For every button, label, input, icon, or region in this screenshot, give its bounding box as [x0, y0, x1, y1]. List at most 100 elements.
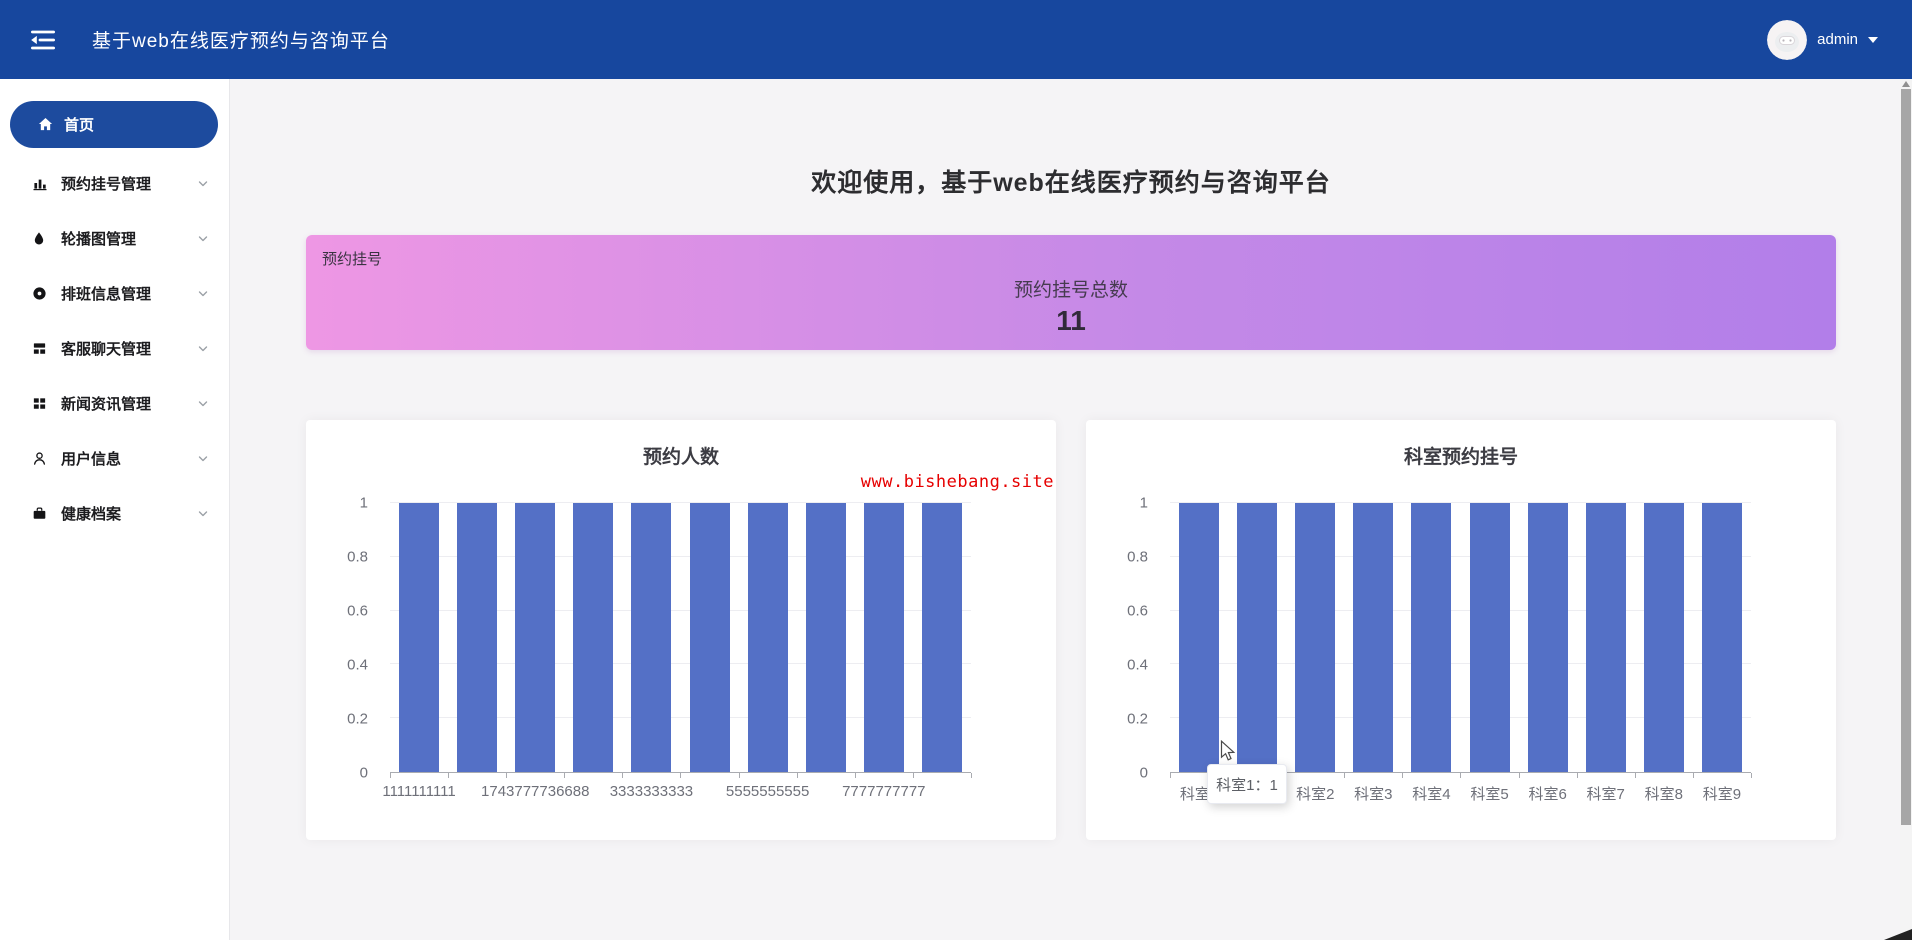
x-tick-label: 科室5	[1460, 783, 1518, 803]
bar[interactable]	[748, 503, 788, 772]
chevron-down-icon	[197, 453, 209, 465]
sidebar-item-schedule-mgmt[interactable]: 排班信息管理	[0, 266, 229, 321]
y-tick-label: 0.8	[347, 550, 368, 565]
summary-card-label: 预约挂号	[322, 248, 382, 269]
x-tick-label: 科室8	[1635, 783, 1693, 803]
bar[interactable]	[1179, 503, 1219, 772]
chart-title: 科室预约挂号	[1086, 442, 1836, 469]
sidebar-item-health-records[interactable]: 健康档案	[0, 486, 229, 541]
main-content: 欢迎使用，基于web在线医疗预约与咨询平台 预约挂号 预约挂号总数 11 预约人…	[230, 79, 1900, 940]
y-tick-label: 0.6	[347, 604, 368, 619]
bar-slot	[622, 503, 680, 772]
y-axis: 00.20.40.60.81	[1086, 503, 1160, 773]
scrollbar-thumb[interactable]	[1901, 89, 1911, 825]
x-tick-label: 科室6	[1519, 783, 1577, 803]
bar[interactable]	[631, 503, 671, 772]
y-tick-label: 0.4	[347, 658, 368, 673]
sidebar: 首页 预约挂号管理 轮播图管理 排班信息管理	[0, 79, 230, 940]
x-tick-label: 科室9	[1693, 783, 1751, 803]
bar[interactable]	[690, 503, 730, 772]
sidebar-item-user-info[interactable]: 用户信息	[0, 431, 229, 486]
chevron-down-icon	[1868, 37, 1878, 43]
y-axis: 00.20.40.60.81	[306, 503, 380, 773]
x-tick-label: 3333333333	[622, 783, 680, 803]
bar-slot	[797, 503, 855, 772]
x-tick-label: 科室3	[1344, 783, 1402, 803]
bar[interactable]	[806, 503, 846, 772]
bar[interactable]	[515, 503, 555, 772]
bar[interactable]	[1295, 503, 1335, 772]
plot-area	[1170, 503, 1751, 773]
y-tick-label: 0	[1140, 766, 1148, 781]
avatar[interactable]	[1767, 20, 1807, 60]
bar[interactable]	[1411, 503, 1451, 772]
bar[interactable]	[399, 503, 439, 772]
bar[interactable]	[864, 503, 904, 772]
x-tick-label: 1743777736688	[506, 783, 564, 803]
watermark-text: www.bishebang.site	[861, 472, 1054, 492]
sidebar-item-appointment-mgmt[interactable]: 预约挂号管理	[0, 156, 229, 211]
home-icon	[38, 117, 54, 133]
user-icon	[32, 451, 48, 467]
x-tick-label: 7777777777	[855, 783, 913, 803]
bar-series	[390, 503, 971, 772]
x-tick-label: 5555555555	[739, 783, 797, 803]
x-tick-label: 科室7	[1577, 783, 1635, 803]
bar-slot	[506, 503, 564, 772]
bar[interactable]	[1470, 503, 1510, 772]
sidebar-item-news-mgmt[interactable]: 新闻资讯管理	[0, 376, 229, 431]
sidebar-item-chat-mgmt[interactable]: 客服聊天管理	[0, 321, 229, 376]
vertical-scrollbar[interactable]	[1900, 79, 1912, 940]
bar-slot	[913, 503, 971, 772]
chart-title: 预约人数	[306, 442, 1056, 469]
bar[interactable]	[1237, 503, 1277, 772]
bar[interactable]	[457, 503, 497, 772]
page-title: 欢迎使用，基于web在线医疗预约与咨询平台	[306, 163, 1836, 199]
app-title: 基于web在线医疗预约与咨询平台	[92, 26, 390, 53]
bar[interactable]	[573, 503, 613, 772]
x-tick-label: 科室4	[1402, 783, 1460, 803]
sidebar-item-label: 预约挂号管理	[61, 173, 151, 194]
sidebar-item-label: 健康档案	[61, 503, 121, 524]
bar[interactable]	[1644, 503, 1684, 772]
bar-series	[1170, 503, 1751, 772]
appointment-summary-card: 预约挂号 预约挂号总数 11	[306, 235, 1836, 350]
y-tick-label: 1	[360, 496, 368, 511]
sidebar-item-label: 客服聊天管理	[61, 338, 151, 359]
bar[interactable]	[1353, 503, 1393, 772]
x-tick-label: 科室2	[1286, 783, 1344, 803]
bar-slot	[1693, 503, 1751, 772]
chevron-down-icon	[197, 178, 209, 190]
x-tick-label	[913, 783, 971, 803]
bar[interactable]	[922, 503, 962, 772]
sidebar-item-home[interactable]: 首页	[10, 101, 218, 148]
top-navbar: 基于web在线医疗预约与咨询平台 admin	[0, 0, 1912, 79]
bar[interactable]	[1528, 503, 1568, 772]
bar-slot	[390, 503, 448, 772]
sidebar-item-label: 新闻资讯管理	[61, 393, 151, 414]
mouse-cursor-icon	[1220, 740, 1238, 769]
sidebar-item-label: 轮播图管理	[61, 228, 136, 249]
username-label[interactable]: admin	[1817, 31, 1858, 48]
user-menu[interactable]: admin	[1767, 20, 1878, 60]
page-corner-decoration	[1884, 929, 1912, 940]
chevron-down-icon	[197, 233, 209, 245]
metric-label: 预约挂号总数	[306, 275, 1836, 302]
plot-area	[390, 503, 971, 773]
bar[interactable]	[1586, 503, 1626, 772]
bar-slot	[855, 503, 913, 772]
bar[interactable]	[1702, 503, 1742, 772]
y-tick-label: 0.8	[1127, 550, 1148, 565]
metric-value: 11	[306, 306, 1836, 337]
menu-toggle-icon[interactable]	[30, 30, 56, 50]
chevron-down-icon	[197, 508, 209, 520]
sidebar-item-carousel-mgmt[interactable]: 轮播图管理	[0, 211, 229, 266]
scroll-up-arrow-icon[interactable]	[1902, 81, 1910, 87]
bar-slot	[1344, 503, 1402, 772]
bar-slot	[680, 503, 738, 772]
droplet-icon	[32, 231, 48, 247]
y-tick-label: 0.2	[1127, 712, 1148, 727]
news-grid-icon	[32, 396, 48, 412]
chevron-down-icon	[197, 398, 209, 410]
y-tick-label: 0.4	[1127, 658, 1148, 673]
